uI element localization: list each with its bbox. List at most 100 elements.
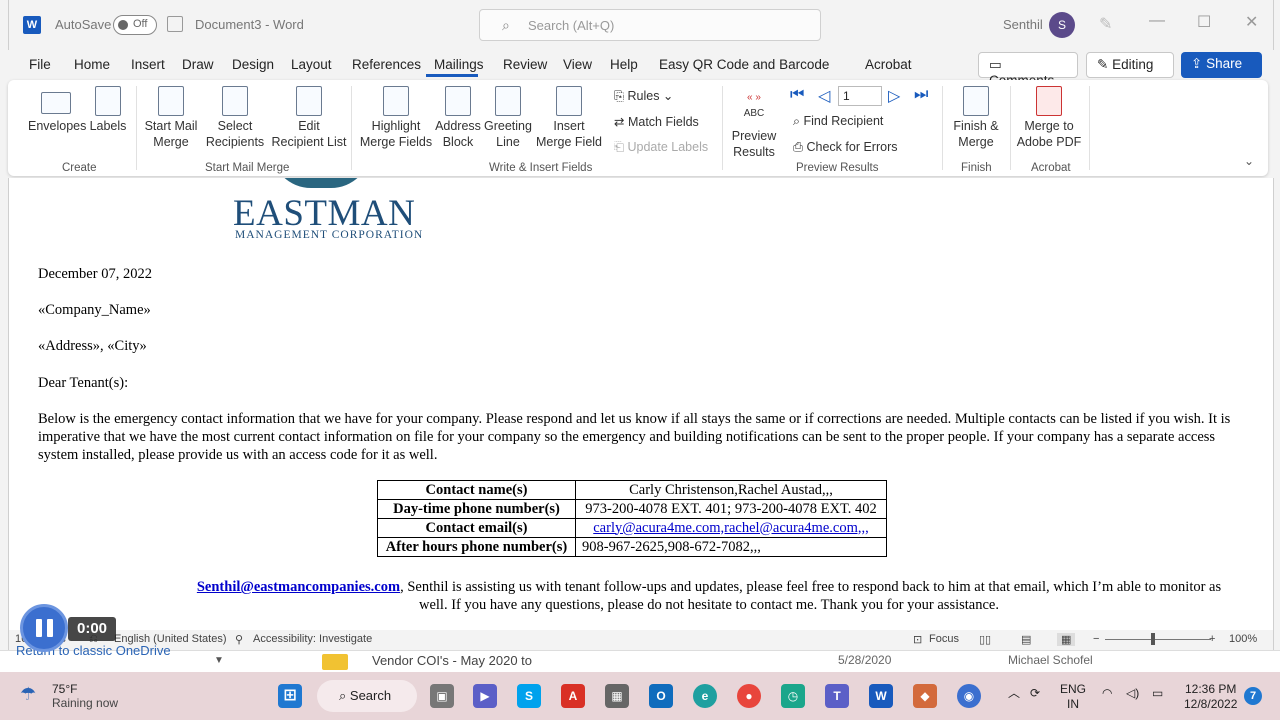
pen-icon[interactable]: ✎ xyxy=(1099,14,1112,34)
first-record-icon[interactable]: ⏮ xyxy=(790,86,804,104)
autosave-toggle[interactable]: Off xyxy=(113,15,157,35)
table-value-email[interactable]: carly@acura4me.com,rachel@acura4me.com,,… xyxy=(575,518,887,538)
labels-icon xyxy=(95,86,121,116)
select-recipients-button[interactable]: Select Recipients xyxy=(200,86,270,150)
sync-icon[interactable]: ⟳ xyxy=(1030,686,1040,701)
minimize-icon[interactable]: — xyxy=(1149,12,1165,30)
pause-button[interactable] xyxy=(20,604,68,652)
chevron-up-icon[interactable]: ︿ xyxy=(1008,686,1020,701)
volume-icon[interactable]: ◁) xyxy=(1126,686,1139,701)
focus-mode-button[interactable]: Focus xyxy=(929,633,959,645)
tab-design[interactable]: Design xyxy=(232,57,274,72)
task-view-icon[interactable]: ▣ xyxy=(430,684,454,708)
table-row: After hours phone number(s) 908-967-2625… xyxy=(377,537,887,557)
update-labels-icon: ⎗ xyxy=(614,140,628,154)
document-page[interactable]: EASTMAN MANAGEMENT CORPORATION December … xyxy=(8,178,1274,630)
last-record-icon[interactable]: ⏭ xyxy=(914,86,928,104)
tab-review[interactable]: Review xyxy=(503,57,547,72)
teams-icon[interactable]: T xyxy=(825,684,849,708)
read-mode-icon[interactable]: ▯▯ xyxy=(979,633,991,646)
merge-to-pdf-button[interactable]: Merge to Adobe PDF xyxy=(1016,86,1082,150)
tab-acrobat[interactable]: Acrobat xyxy=(865,57,912,72)
edit-recipient-list-button[interactable]: Edit Recipient List xyxy=(271,86,347,150)
accessibility-status[interactable]: Accessibility: Investigate xyxy=(253,633,372,645)
edit-list-icon xyxy=(296,86,322,116)
tab-insert[interactable]: Insert xyxy=(131,57,165,72)
zoom-out-icon[interactable]: − xyxy=(1093,633,1099,645)
web-layout-icon[interactable]: ▦ xyxy=(1057,633,1076,646)
update-labels-button[interactable]: ⎗ Update Labels xyxy=(614,140,708,155)
file-name[interactable]: Vendor COI's - May 2020 to xyxy=(372,653,532,668)
wifi-icon[interactable]: ◠ xyxy=(1102,686,1112,701)
letter-greeting: Dear Tenant(s): xyxy=(38,375,129,391)
windows-start-icon[interactable]: ⊞ xyxy=(278,684,302,708)
address-block-icon xyxy=(445,86,471,116)
office-icon[interactable]: ◆ xyxy=(913,684,937,708)
finish-merge-button[interactable]: Finish & Merge xyxy=(948,86,1004,150)
highlight-merge-fields-button[interactable]: Highlight Merge Fields xyxy=(359,86,433,150)
address-block-button[interactable]: Address Block xyxy=(434,86,482,150)
next-record-icon[interactable]: ▷ xyxy=(888,86,900,106)
avatar[interactable]: S xyxy=(1049,12,1075,38)
zoom-in-icon[interactable]: + xyxy=(1209,633,1215,645)
save-icon[interactable] xyxy=(167,16,183,32)
taskbar-search[interactable]: ⌕ Search xyxy=(317,680,417,712)
notification-badge[interactable]: 7 xyxy=(1244,687,1262,705)
greeting-line-button[interactable]: Greeting Line xyxy=(484,86,532,150)
tab-view[interactable]: View xyxy=(563,57,592,72)
insert-merge-field-button[interactable]: Insert Merge Field xyxy=(534,86,604,150)
share-button[interactable]: ⇪ Share xyxy=(1181,52,1262,78)
zoom-slider[interactable] xyxy=(1105,639,1211,640)
record-number-input[interactable]: 1 xyxy=(838,86,882,106)
tab-draw[interactable]: Draw xyxy=(182,57,214,72)
comments-button[interactable]: ▭ Comments xyxy=(978,52,1078,88)
clock[interactable]: 12:36 PM 12/8/2022 xyxy=(1184,682,1237,712)
merge-field-company: «Company_Name» xyxy=(38,302,151,318)
close-icon[interactable]: ✕ xyxy=(1245,12,1258,32)
tab-easy-qr[interactable]: Easy QR Code and Barcode xyxy=(659,57,829,72)
editing-button[interactable]: ✎ Editing ⌄ xyxy=(1086,52,1174,88)
word-icon[interactable]: W xyxy=(869,684,893,708)
edge-icon[interactable]: e xyxy=(693,684,717,708)
print-layout-icon[interactable]: ▤ xyxy=(1021,633,1031,646)
labels-button[interactable]: Labels xyxy=(88,86,128,135)
match-fields-button[interactable]: ⇄ Match Fields xyxy=(614,114,699,129)
group-divider xyxy=(722,86,723,170)
weather-widget[interactable]: 75°F Raining now xyxy=(52,682,118,710)
preview-results-button[interactable]: « » ABC Preview Results xyxy=(729,86,779,160)
language-indicator[interactable]: ENG IN xyxy=(1060,682,1086,712)
clock-app-icon[interactable]: ◷ xyxy=(781,684,805,708)
acrobat-icon[interactable]: A xyxy=(561,684,585,708)
check-errors-button[interactable]: ⎙ Check for Errors xyxy=(793,140,897,155)
folder-icon xyxy=(322,654,348,670)
chevron-down-icon[interactable]: ▼ xyxy=(214,655,224,666)
envelopes-button[interactable]: Envelopes xyxy=(28,86,86,135)
previous-record-icon[interactable]: ◁ xyxy=(818,86,830,106)
footer-email-link[interactable]: Senthil@eastmancompanies.com xyxy=(197,579,400,595)
accessibility-icon: ⚲ xyxy=(235,634,244,646)
chat-icon[interactable]: ▶ xyxy=(473,684,497,708)
find-recipient-button[interactable]: ⌕ Find Recipient xyxy=(793,114,883,129)
user-name[interactable]: Senthil xyxy=(1003,17,1043,32)
battery-icon[interactable]: ▭ xyxy=(1152,686,1163,701)
tab-help[interactable]: Help xyxy=(610,57,638,72)
maximize-icon[interactable]: ☐ xyxy=(1197,12,1211,32)
tab-file[interactable]: File xyxy=(29,57,51,72)
tab-layout[interactable]: Layout xyxy=(291,57,332,72)
zoom-level[interactable]: 100% xyxy=(1229,633,1257,645)
tab-mailings[interactable]: Mailings xyxy=(434,57,484,72)
match-fields-icon: ⇄ xyxy=(614,115,628,129)
skype-icon[interactable]: S xyxy=(517,684,541,708)
start-mail-merge-button[interactable]: Start Mail Merge xyxy=(142,86,200,150)
collapse-ribbon-icon[interactable]: ⌄ xyxy=(1244,154,1254,168)
chrome-icon[interactable]: ● xyxy=(737,684,761,708)
store-icon[interactable]: ▦ xyxy=(605,684,629,708)
rules-button[interactable]: ⎘ Rules ⌄ xyxy=(614,88,673,104)
outlook-icon[interactable]: O xyxy=(649,684,673,708)
tab-home[interactable]: Home xyxy=(74,57,110,72)
tab-references[interactable]: References xyxy=(352,57,421,72)
recorder-icon[interactable]: ◉ xyxy=(957,684,981,708)
company-logo-subtitle: MANAGEMENT CORPORATION xyxy=(235,229,424,241)
zoom-slider-thumb[interactable] xyxy=(1151,633,1155,645)
search-input[interactable]: ⌕ Search (Alt+Q) xyxy=(479,9,821,41)
